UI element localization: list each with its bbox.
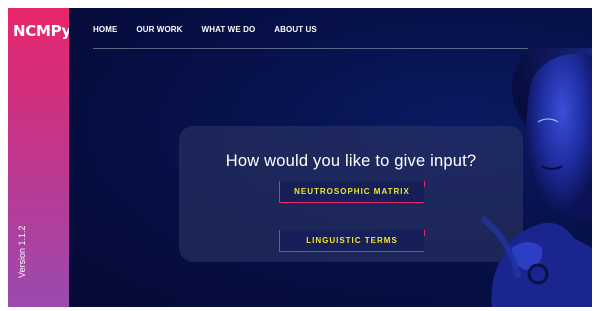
top-nav: HOME OUR WORK WHAT WE DO ABOUT US xyxy=(93,25,317,34)
nav-what-we-do[interactable]: WHAT WE DO xyxy=(202,25,256,34)
logo[interactable]: NCMPy xyxy=(13,22,71,40)
nav-about-us[interactable]: ABOUT US xyxy=(274,25,317,34)
portrait-image xyxy=(482,48,592,307)
nav-home[interactable]: HOME xyxy=(93,25,117,34)
neutrosophic-matrix-button[interactable]: NEUTROSOPHIC MATRIX xyxy=(279,181,425,203)
input-choice-panel: How would you like to give input? NEUTRO… xyxy=(179,126,523,262)
input-prompt: How would you like to give input? xyxy=(225,152,477,170)
sidebar: NCMPy Version 1.1.2 xyxy=(8,8,71,307)
version-label: Version 1.1.2 xyxy=(17,225,27,278)
linguistic-terms-button[interactable]: LINGUISTIC TERMS xyxy=(279,230,425,252)
app-window: NCMPy Version 1.1.2 HOME OUR WORK WHAT W… xyxy=(8,8,592,307)
nav-our-work[interactable]: OUR WORK xyxy=(136,25,182,34)
main-area: HOME OUR WORK WHAT WE DO ABOUT US How wo… xyxy=(69,8,592,307)
